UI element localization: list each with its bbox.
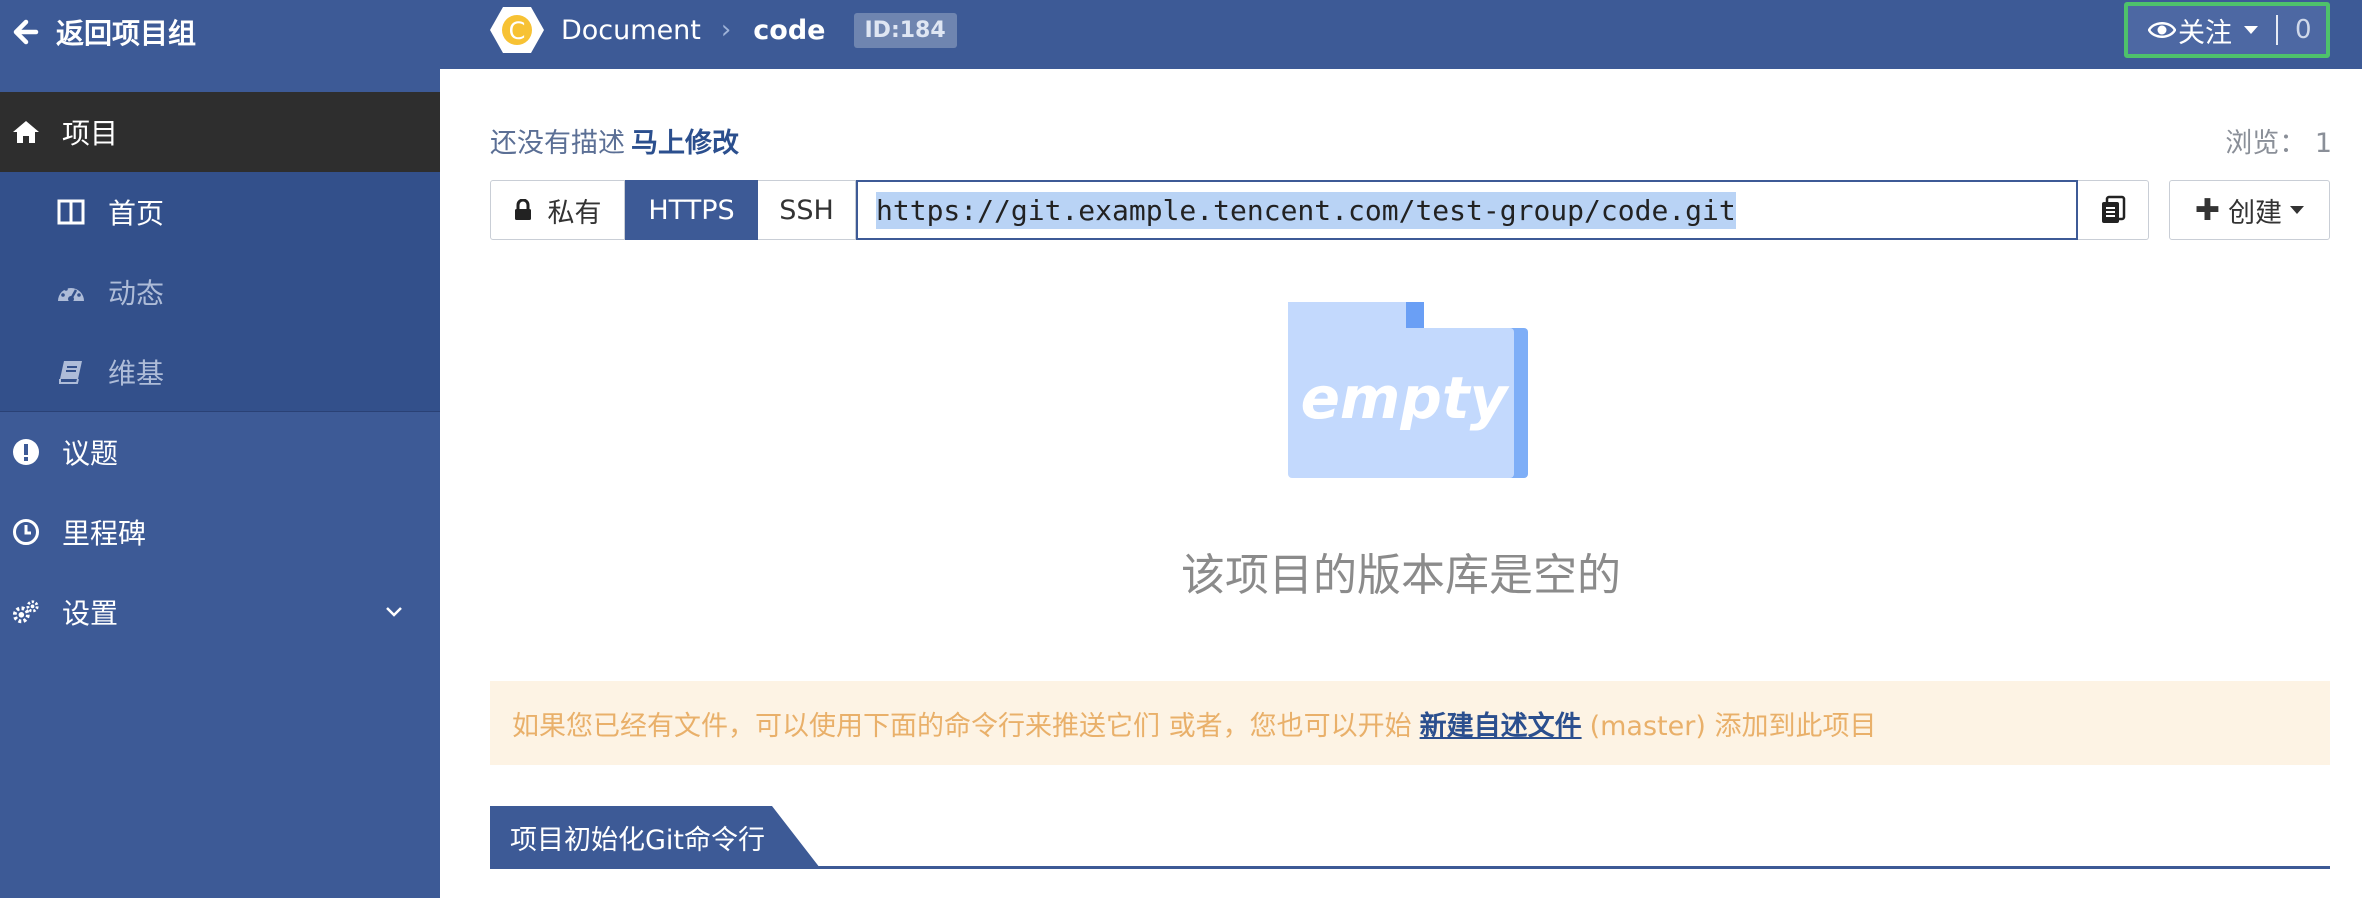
back-label: 返回项目组 — [56, 16, 197, 50]
create-dropdown-button[interactable]: ✚ 创建 — [2169, 180, 2330, 240]
clipboard-icon — [2102, 195, 2126, 223]
breadcrumb-separator: › — [720, 15, 732, 45]
home-icon — [12, 118, 40, 146]
sidebar-item-home[interactable]: 首页 — [0, 172, 440, 252]
view-count: 浏览： 1 — [2225, 121, 2332, 160]
sidebar-item-milestones[interactable]: 里程碑 — [0, 492, 440, 572]
clone-url-text: https://git.example.tencent.com/test-gro… — [876, 191, 1736, 229]
description: 还没有描述 马上修改 — [490, 121, 739, 160]
sidebar-item-settings[interactable]: 设置 — [0, 572, 440, 652]
hexagon-badge-icon: C — [490, 7, 544, 53]
project-submenu: 首页 动态 维基 — [0, 172, 440, 412]
sidebar-item-wiki[interactable]: 维基 — [0, 332, 440, 412]
edit-description-link[interactable]: 马上修改 — [631, 128, 739, 159]
ssh-button[interactable]: SSH — [758, 180, 856, 240]
dashboard-icon — [56, 277, 86, 307]
main-content: 还没有描述 马上修改 浏览： 1 私有 HTTPS SSH https://git… — [440, 69, 2362, 898]
sidebar-item-label: 动态 — [108, 277, 165, 310]
watch-button[interactable]: 关注 0 — [2124, 2, 2330, 58]
chevron-down-icon — [2290, 206, 2305, 214]
gears-icon — [12, 598, 40, 626]
top-bar: 返回项目组 C Document › code ID:184 关注 0 — [0, 0, 2362, 69]
eye-icon — [2148, 22, 2176, 38]
empty-repo-title: 该项目的版本库是空的 — [1181, 550, 1621, 601]
copy-url-button[interactable] — [2078, 180, 2149, 240]
book-icon — [56, 357, 86, 387]
push-notice: 如果您已经有文件，可以使用下面的命令行来推送它们 或者，您也可以开始 新建自述文… — [490, 681, 2330, 765]
clone-bar: 私有 HTTPS SSH https://git.example.tencent… — [490, 180, 2149, 240]
sidebar-item-label: 首页 — [108, 197, 165, 230]
section-title: 项目初始化Git命令行 — [510, 824, 766, 856]
exclamation-circle-icon — [12, 438, 40, 466]
project-initial: C — [509, 17, 526, 45]
sidebar-item-label: 设置 — [62, 597, 119, 630]
sidebar-item-label: 维基 — [108, 357, 165, 390]
watch-count: 0 — [2295, 15, 2312, 45]
clone-url-input[interactable]: https://git.example.tencent.com/test-gro… — [856, 180, 2078, 240]
lock-icon — [514, 199, 531, 220]
back-to-group-link[interactable]: 返回项目组 — [10, 0, 196, 63]
https-button[interactable]: HTTPS — [625, 180, 758, 240]
columns-icon — [56, 197, 86, 227]
sidebar-item-activity[interactable]: 动态 — [0, 252, 440, 332]
sidebar-item-label: 议题 — [62, 437, 119, 470]
sidebar-item-label: 项目 — [62, 117, 119, 150]
create-label: 创建 — [2228, 197, 2283, 229]
breadcrumb: C Document › code ID:184 — [489, 0, 957, 60]
private-label: 私有 — [547, 197, 602, 229]
create-readme-link[interactable]: 新建自述文件 — [1420, 704, 1582, 743]
section-divider — [490, 866, 2330, 869]
id-badge: ID:184 — [853, 12, 957, 48]
plus-icon: ✚ — [2194, 192, 2221, 228]
divider — [2276, 15, 2278, 45]
arrow-left-icon — [13, 19, 39, 44]
empty-illustration-text: empty — [1301, 364, 1510, 432]
visibility-private: 私有 — [490, 180, 625, 240]
views-label: 浏览： — [2225, 128, 2307, 159]
sidebar: 项目 首页 动态 维基 议题 里程碑 设置 — [0, 69, 440, 898]
sidebar-item-project[interactable]: 项目 — [0, 92, 440, 172]
breadcrumb-group[interactable]: Document — [561, 15, 701, 46]
chevron-down-icon — [2244, 26, 2258, 34]
notice-text-prefix: 如果您已经有文件，可以使用下面的命令行来推送它们 或者，您也可以开始 — [512, 710, 1412, 742]
sidebar-item-label: 里程碑 — [62, 517, 147, 550]
no-description-text: 还没有描述 — [490, 128, 625, 159]
clock-icon — [12, 518, 40, 546]
empty-folder-icon: empty — [1288, 302, 1528, 478]
chevron-down-icon — [386, 607, 402, 617]
views-count: 1 — [2314, 128, 2332, 159]
sidebar-item-issues[interactable]: 议题 — [0, 412, 440, 492]
watch-label: 关注 — [2178, 17, 2232, 49]
notice-text-suffix: (master) 添加到此项目 — [1589, 710, 1877, 742]
breadcrumb-repo[interactable]: code — [753, 15, 825, 46]
